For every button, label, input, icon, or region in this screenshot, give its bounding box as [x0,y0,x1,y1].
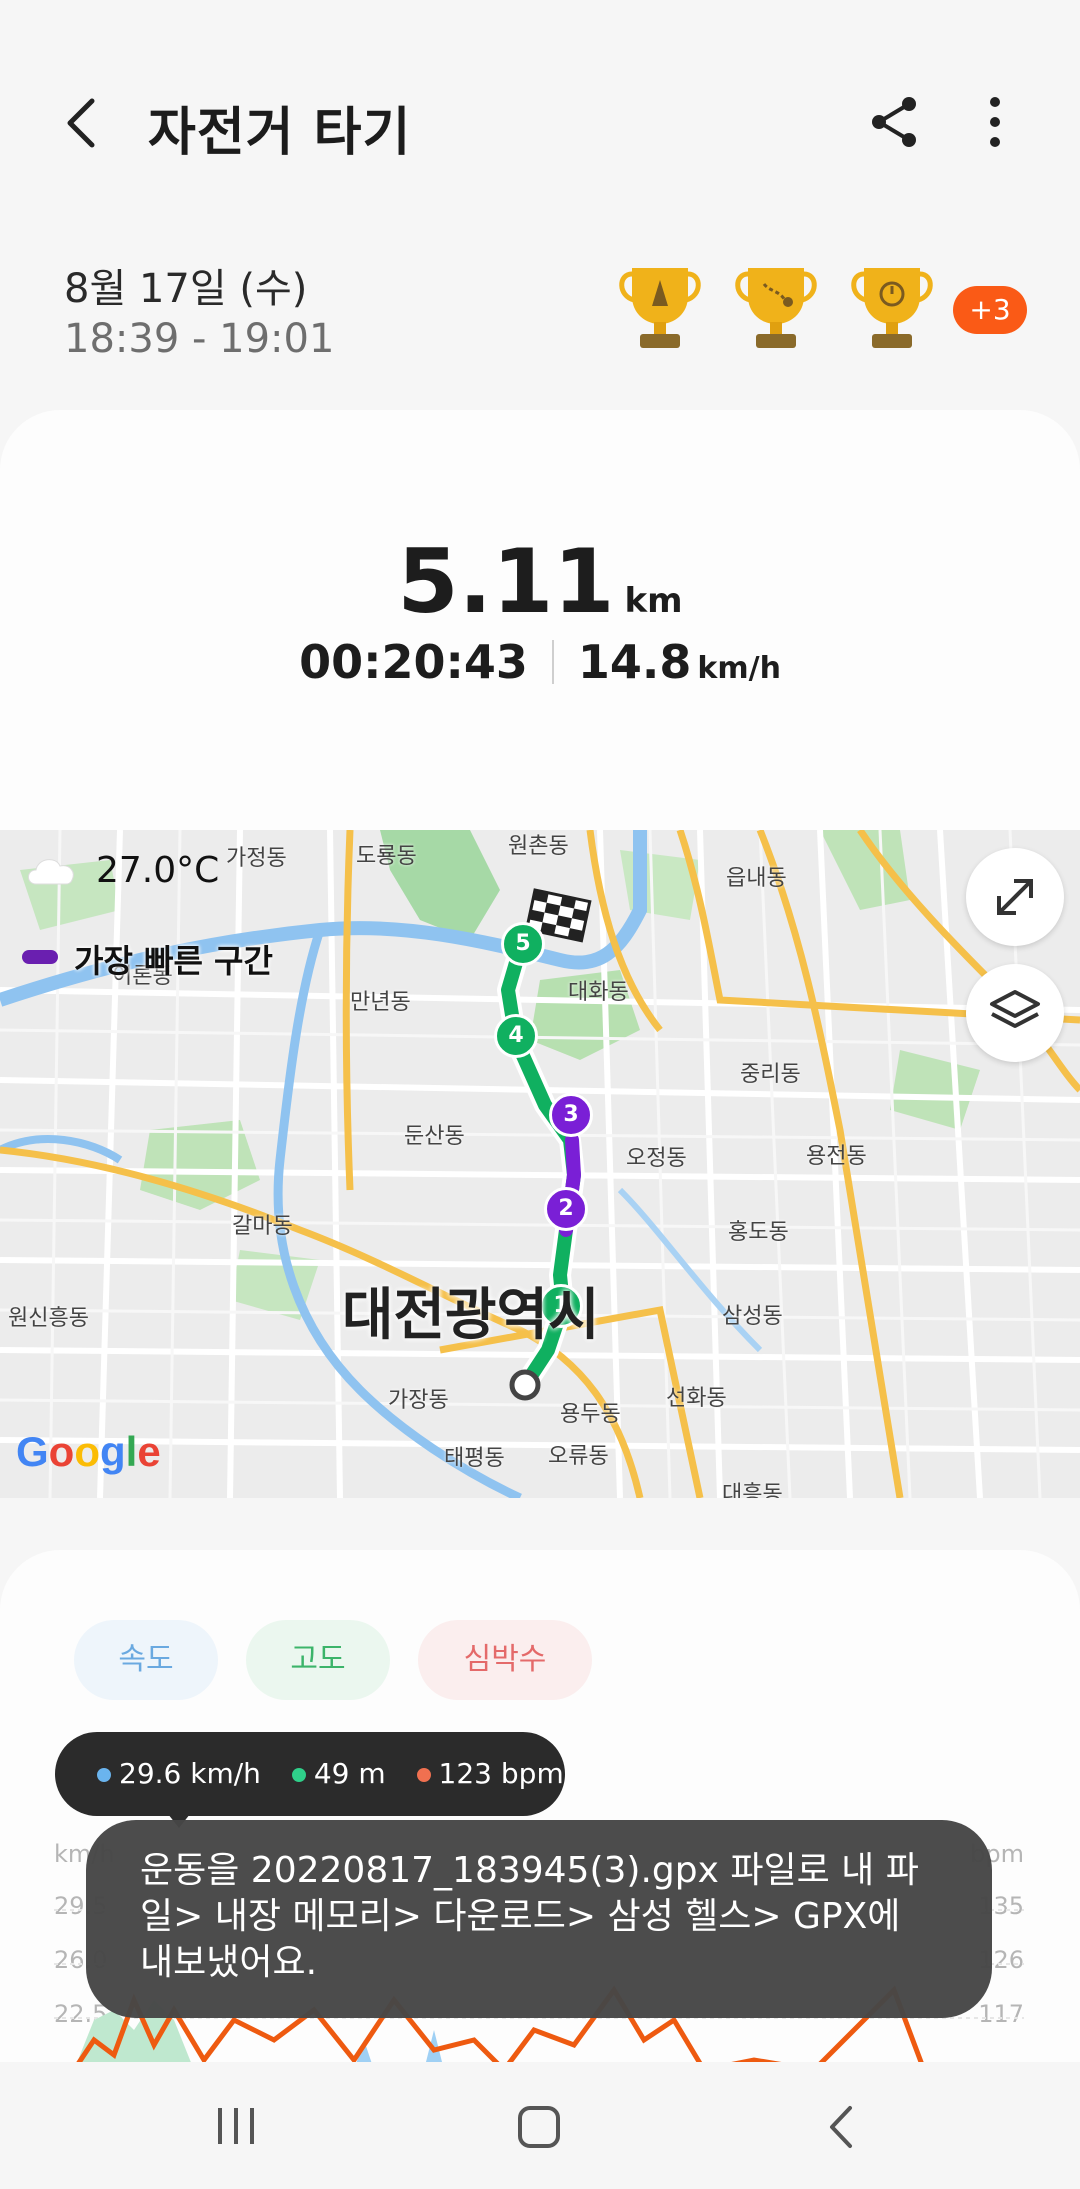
map-label: 대흥동 [722,1482,783,1498]
map-label: 원촌동 [508,834,569,859]
map-label: 읍내동 [726,866,787,891]
summary-card: 5.11 km 00:20:43 14.8 km/h [0,410,1080,830]
map-label: 선화동 [666,1386,727,1411]
expand-map-button[interactable] [966,848,1064,946]
nav-back-icon[interactable] [826,2104,856,2150]
fastest-segment-label: 가장 빠른 구간 [74,942,273,980]
workout-time-range: 18:39 - 19:01 [64,316,335,362]
recent-apps-icon[interactable] [214,2106,258,2146]
workout-date: 8월 17일 (수) [64,266,308,312]
export-toast: 운동을 20220817_183945(3).gpx 파일로 내 파일> 내장 … [86,1820,992,2018]
cloud-icon [28,859,74,885]
map-label: 태평동 [444,1446,505,1471]
google-logo: Google [16,1428,161,1475]
share-icon[interactable] [865,92,925,152]
home-icon[interactable] [516,2104,562,2150]
tab-speed[interactable]: 속도 [74,1620,218,1700]
map-label: 원신흥동 [8,1306,89,1331]
map-label: 홍도동 [728,1220,789,1245]
trophy-time-icon[interactable] [846,262,938,354]
map-label: 만년동 [350,990,411,1015]
stats-divider [551,640,554,684]
map-label: 삼성동 [722,1304,783,1329]
map-label: 대화동 [568,980,629,1005]
map-label: 오류동 [548,1444,609,1469]
heart-rate-dot-icon [416,1768,431,1782]
altitude-dot-icon [291,1768,306,1782]
app-header: 자전거 타기 [0,60,1080,190]
trophy-distance-icon[interactable] [614,262,706,354]
distance-display: 5.11 km [0,530,1080,633]
trophy-route-icon[interactable] [730,262,822,354]
map-label: 도룡동 [356,844,417,869]
page-title: 자전거 타기 [148,103,412,163]
speed-dot-icon [97,1768,111,1782]
city-label: 대전광역시 [342,1283,600,1348]
map-label: 갈마동 [232,1214,293,1239]
expand-icon [997,879,1033,915]
tooltip-heart-rate: 123 bpm [438,1757,564,1790]
tooltip-speed: 29.6 km/h [119,1757,261,1790]
map-layers-button[interactable] [966,964,1064,1062]
map-label: 오정동 [626,1146,687,1171]
avg-speed-unit: km/h [697,651,781,686]
fastest-segment-swatch [22,950,58,964]
route-marker-4[interactable]: 4 [494,1014,538,1058]
route-map[interactable]: 1 2 3 4 5 가정동 도룡동 원촌동 읍내동 대화동 만년동 중리동 둔산… [0,830,1080,1498]
map-label: 가정동 [226,846,287,871]
tab-altitude[interactable]: 고도 [246,1620,390,1700]
more-badges-button[interactable]: +3 [953,286,1027,334]
map-label: 중리동 [740,1062,801,1087]
avg-speed-value: 14.8 [577,635,692,689]
route-marker-3[interactable]: 3 [549,1093,593,1137]
temperature-label: 27.0°C [96,850,220,891]
map-label: 용두동 [560,1402,621,1427]
distance-value: 5.11 [397,530,615,633]
back-arrow-icon[interactable] [56,95,112,151]
graph-tooltip: 29.6 km/h 49 m 123 bpm [55,1732,565,1816]
more-options-icon[interactable] [975,92,1015,152]
distance-unit: km [624,581,683,621]
route-marker-2[interactable]: 2 [544,1187,588,1231]
stats-row: 00:20:43 14.8 km/h [0,635,1080,689]
tab-heart-rate[interactable]: 심박수 [418,1620,592,1700]
layers-icon [990,990,1040,1028]
map-label: 용전동 [806,1144,867,1169]
system-nav-bar [0,2062,1080,2189]
tooltip-altitude: 49 m [313,1757,386,1790]
map-label: 둔산동 [404,1124,465,1149]
duration-value: 00:20:43 [299,635,528,689]
route-marker-5[interactable]: 5 [501,922,545,966]
map-label: 가장동 [388,1388,449,1413]
